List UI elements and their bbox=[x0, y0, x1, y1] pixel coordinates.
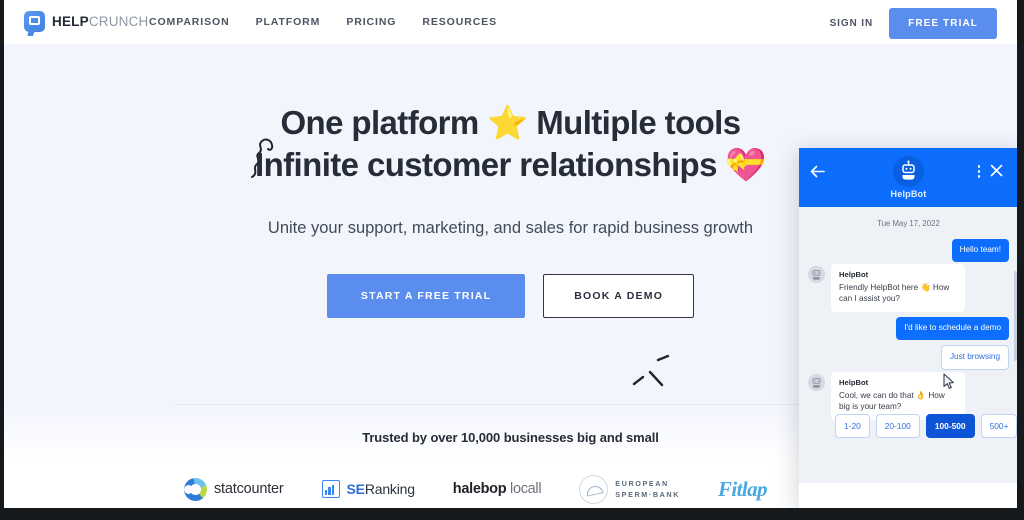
nav-link-resources[interactable]: RESOURCES bbox=[422, 16, 497, 28]
seranking-label-light: Ranking bbox=[364, 481, 415, 497]
chat-scrollbar[interactable] bbox=[1014, 271, 1017, 361]
bot-avatar-icon bbox=[808, 266, 825, 283]
robot-avatar-icon bbox=[893, 156, 924, 187]
client-logo-seranking: SERanking bbox=[321, 480, 415, 498]
team-size-options: 1-20 20-100 100-500 500+ bbox=[835, 414, 1017, 438]
team-size-option-1-20[interactable]: 1-20 bbox=[835, 414, 870, 438]
chat-widget[interactable]: HelpBot Tue May 17, 2022 Hello team! Hel… bbox=[799, 148, 1017, 508]
chat-bot-bubble: HelpBot Cool, we can do that 👌 How big i… bbox=[831, 372, 965, 420]
browser-page: HELPCRUNCH COMPARISON PLATFORM PRICING R… bbox=[4, 0, 1017, 508]
nav-actions: SIGN IN FREE TRIAL bbox=[830, 8, 997, 39]
close-icon[interactable] bbox=[990, 164, 1003, 177]
book-a-demo-button[interactable]: BOOK A DEMO bbox=[543, 274, 695, 318]
european-sperm-bank-label: EUROPEAN SPERM·BANK bbox=[615, 478, 680, 500]
seranking-label: SERanking bbox=[347, 481, 415, 497]
chat-bot-sender: HelpBot bbox=[839, 378, 869, 387]
client-logo-halebop: halebop locall bbox=[452, 481, 542, 497]
start-free-trial-button[interactable]: START A FREE TRIAL bbox=[326, 274, 526, 318]
logo-text-bold: HELP bbox=[52, 14, 89, 29]
chat-message-sent-demo: I'd like to schedule a demo bbox=[896, 317, 1009, 340]
chat-bot-bubble: HelpBot Friendly HelpBot here 👋 How can … bbox=[831, 264, 965, 312]
nav-link-comparison[interactable]: COMPARISON bbox=[149, 16, 230, 28]
client-logo-european-sperm-bank: EUROPEAN SPERM·BANK bbox=[579, 474, 680, 504]
bot-avatar-icon bbox=[808, 374, 825, 391]
logo-text-light: CRUNCH bbox=[88, 14, 149, 29]
european-sperm-bank-icon bbox=[579, 474, 609, 504]
chat-message-bot-team-size: HelpBot Cool, we can do that 👌 How big i… bbox=[808, 372, 965, 420]
team-size-option-500-plus[interactable]: 500+ bbox=[980, 414, 1017, 438]
helpcrunch-logo-text: HELPCRUNCH bbox=[52, 14, 149, 29]
chat-bot-text: Cool, we can do that 👌 How big is your t… bbox=[839, 391, 945, 412]
chat-bot-sender: HelpBot bbox=[839, 270, 869, 279]
chat-message-list[interactable]: Tue May 17, 2022 Hello team! HelpBot Fri… bbox=[799, 207, 1017, 451]
free-trial-button[interactable]: FREE TRIAL bbox=[889, 8, 997, 39]
chat-date-divider: Tue May 17, 2022 bbox=[877, 219, 940, 228]
nav-link-pricing[interactable]: PRICING bbox=[346, 16, 396, 28]
chat-bot-text: Friendly HelpBot here 👋 How can I assist… bbox=[839, 283, 950, 304]
helpcrunch-logo[interactable]: HELPCRUNCH bbox=[24, 11, 149, 32]
chat-input-bar[interactable] bbox=[799, 483, 1017, 508]
esb-line-2: SPERM·BANK bbox=[615, 490, 680, 499]
burst-doodle-icon bbox=[632, 354, 670, 387]
seranking-label-bold: SE bbox=[346, 481, 365, 497]
sign-in-link[interactable]: SIGN IN bbox=[830, 18, 874, 29]
halebop-label-bold: halebop bbox=[452, 481, 507, 497]
helpcrunch-logo-icon bbox=[24, 11, 45, 32]
seranking-bars-icon bbox=[321, 480, 340, 498]
esb-line-1: EUROPEAN bbox=[615, 478, 669, 488]
chat-bot-name: HelpBot bbox=[890, 189, 927, 199]
fitlap-label: Fitlap bbox=[718, 476, 768, 501]
site-navbar: HELPCRUNCH COMPARISON PLATFORM PRICING R… bbox=[4, 0, 1017, 44]
halebop-label-light: locall bbox=[510, 481, 542, 497]
chat-message-sent: Hello team! bbox=[951, 239, 1009, 262]
halebop-label: halebop locall bbox=[452, 481, 542, 497]
client-logo-fitlap: Fitlap bbox=[718, 476, 768, 502]
team-size-option-20-100[interactable]: 20-100 bbox=[875, 414, 920, 438]
nav-links: COMPARISON PLATFORM PRICING RESOURCES bbox=[149, 16, 497, 28]
statcounter-label: statcounter bbox=[214, 481, 284, 497]
statcounter-icon bbox=[184, 477, 207, 501]
client-logo-statcounter: statcounter bbox=[184, 477, 284, 501]
kebab-menu-icon[interactable] bbox=[972, 165, 986, 181]
chat-widget-header: HelpBot bbox=[799, 148, 1017, 207]
chat-quick-reply-just-browsing[interactable]: Just browsing bbox=[940, 345, 1009, 370]
headline-line-1: One platform ⭐ Multiple tools bbox=[280, 104, 741, 141]
chat-message-bot: HelpBot Friendly HelpBot here 👋 How can … bbox=[808, 264, 965, 312]
nav-link-platform[interactable]: PLATFORM bbox=[256, 16, 321, 28]
back-arrow-icon[interactable] bbox=[810, 165, 825, 178]
team-size-option-100-500[interactable]: 100-500 bbox=[925, 414, 975, 438]
chat-widget-footer bbox=[799, 451, 1017, 508]
